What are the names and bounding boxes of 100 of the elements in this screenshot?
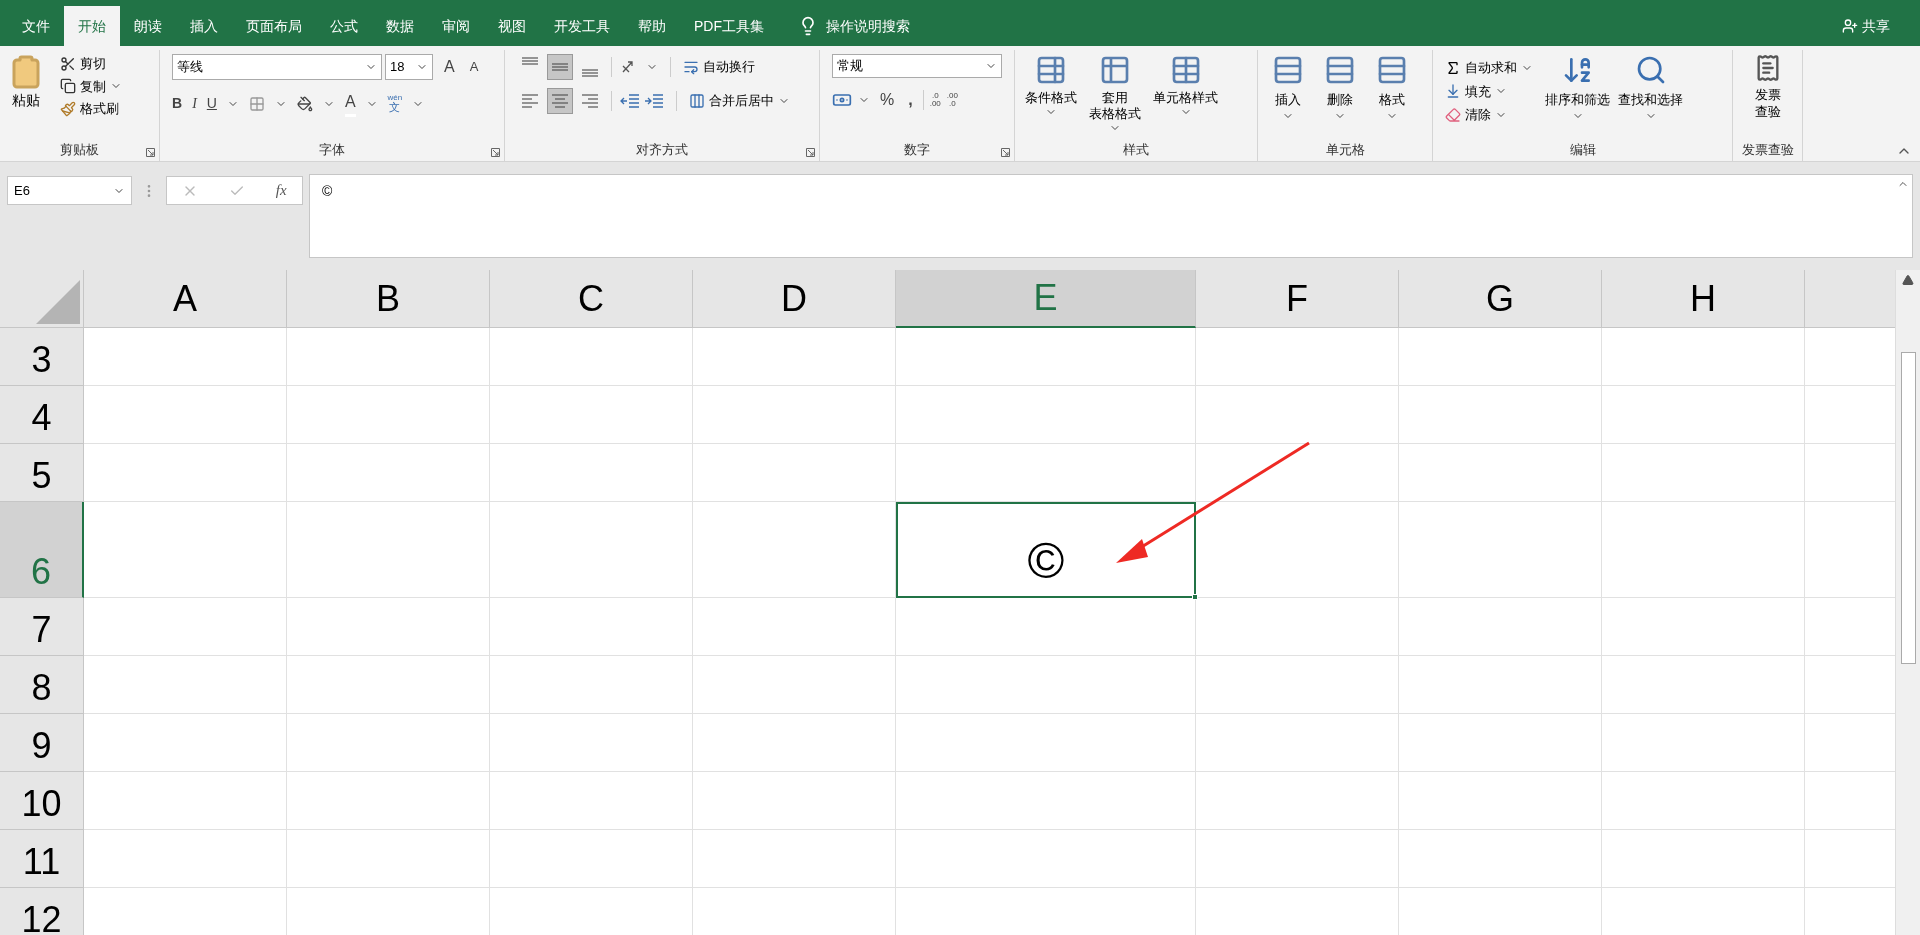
table-cell[interactable] — [287, 502, 490, 598]
row-header[interactable]: 6 — [0, 502, 84, 598]
table-cell[interactable] — [1399, 328, 1602, 386]
format-painter-button[interactable]: 格式刷 — [60, 99, 122, 119]
table-cell[interactable] — [1399, 830, 1602, 888]
invoice-check-button[interactable]: 发票 查验 — [1737, 54, 1798, 139]
table-cell[interactable] — [490, 656, 693, 714]
wrap-text-button[interactable]: 自动换行 — [683, 57, 755, 77]
table-cell[interactable] — [1196, 502, 1399, 598]
merge-center-button[interactable]: 合并后居中 — [689, 91, 790, 111]
table-cell[interactable] — [896, 772, 1196, 830]
table-cell[interactable] — [896, 386, 1196, 444]
cells-button[interactable]: 插入 — [1262, 54, 1314, 139]
table-cell[interactable] — [1602, 386, 1805, 444]
paste-button[interactable]: 粘贴 — [4, 54, 48, 139]
table-cell[interactable] — [84, 714, 287, 772]
decrease-font-size-button[interactable]: A — [465, 57, 483, 77]
dialog-launcher-icon[interactable] — [491, 148, 500, 157]
table-cell[interactable] — [693, 772, 896, 830]
sort-filter-button[interactable]: 排序和筛选 — [1541, 54, 1614, 139]
ribbon-tab[interactable]: 插入 — [176, 6, 232, 46]
table-cell[interactable] — [490, 598, 693, 656]
percent-button[interactable]: % — [876, 88, 899, 112]
table-cell[interactable] — [490, 830, 693, 888]
ribbon-tab[interactable]: 文件 — [8, 6, 64, 46]
table-cell[interactable] — [1399, 386, 1602, 444]
ribbon-tab[interactable]: 数据 — [372, 6, 428, 46]
table-cell[interactable] — [693, 656, 896, 714]
table-cell[interactable] — [1196, 386, 1399, 444]
comma-button[interactable]: , — [904, 88, 917, 112]
table-cell[interactable] — [1196, 656, 1399, 714]
table-cell[interactable] — [1196, 598, 1399, 656]
table-cell[interactable] — [490, 328, 693, 386]
table-cell[interactable] — [693, 502, 896, 598]
column-header[interactable]: B — [287, 270, 490, 328]
table-cell[interactable] — [490, 444, 693, 502]
row-header[interactable]: 10 — [0, 772, 84, 830]
table-cell[interactable] — [1196, 714, 1399, 772]
table-cell[interactable] — [84, 656, 287, 714]
table-cell[interactable] — [84, 772, 287, 830]
italic-button[interactable]: I — [192, 93, 197, 114]
table-cell[interactable] — [1602, 598, 1805, 656]
dialog-launcher-icon[interactable] — [806, 148, 815, 157]
table-cell[interactable] — [1602, 444, 1805, 502]
formula-input[interactable]: © — [309, 174, 1913, 258]
row-header[interactable]: 9 — [0, 714, 84, 772]
table-cell[interactable] — [1602, 656, 1805, 714]
ribbon-tab[interactable]: 页面布局 — [232, 6, 316, 46]
autosum-button[interactable]: 自动求和 — [1445, 58, 1533, 78]
row-header[interactable]: 8 — [0, 656, 84, 714]
phonetic-button[interactable]: wén 文 — [387, 94, 403, 113]
table-cell[interactable] — [84, 444, 287, 502]
table-cell[interactable] — [1399, 772, 1602, 830]
clear-button[interactable]: 清除 — [1445, 105, 1533, 125]
table-cell[interactable] — [1399, 656, 1602, 714]
share-button[interactable]: 共享 — [1842, 6, 1920, 46]
table-cell[interactable] — [693, 386, 896, 444]
bold-button[interactable]: B — [172, 93, 183, 114]
table-cell[interactable] — [287, 830, 490, 888]
table-cell[interactable] — [896, 656, 1196, 714]
table-cell[interactable] — [1196, 444, 1399, 502]
copy-button[interactable]: 复制 — [60, 76, 122, 96]
table-cell[interactable] — [693, 830, 896, 888]
increase-indent-icon[interactable] — [644, 92, 664, 110]
ribbon-tab[interactable]: 朗读 — [120, 6, 176, 46]
table-cell[interactable] — [1602, 502, 1805, 598]
table-cell[interactable] — [896, 444, 1196, 502]
table-cell[interactable] — [287, 386, 490, 444]
table-cell[interactable] — [490, 772, 693, 830]
row-header[interactable]: 5 — [0, 444, 84, 502]
column-header[interactable]: G — [1399, 270, 1602, 328]
dialog-launcher-icon[interactable] — [1001, 148, 1010, 157]
table-cell[interactable] — [490, 386, 693, 444]
insert-function-button[interactable]: fx — [275, 179, 287, 202]
ribbon-tab[interactable]: 审阅 — [428, 6, 484, 46]
table-cell[interactable] — [1196, 772, 1399, 830]
decrease-decimal-button[interactable]: .00 .0 — [946, 92, 958, 108]
column-header[interactable]: C — [490, 270, 693, 328]
table-cell[interactable] — [84, 386, 287, 444]
row-header[interactable]: 4 — [0, 386, 84, 444]
find-select-button[interactable]: 查找和选择 — [1614, 54, 1687, 139]
table-cell[interactable] — [1602, 714, 1805, 772]
table-cell[interactable] — [693, 328, 896, 386]
ribbon-tab[interactable]: 视图 — [484, 6, 540, 46]
row-header[interactable]: 12 — [0, 888, 84, 935]
table-cell[interactable] — [1602, 772, 1805, 830]
table-cell[interactable] — [490, 502, 693, 598]
fill-button[interactable]: 填充 — [1445, 81, 1533, 101]
cells-button[interactable]: 格式 — [1366, 54, 1418, 139]
table-cell[interactable] — [287, 656, 490, 714]
styles-button[interactable]: 条件格式 — [1019, 54, 1083, 139]
ribbon-tab[interactable]: 开始 — [64, 6, 120, 46]
number-format-dropdown[interactable]: 常规 — [832, 54, 1002, 78]
increase-font-size-button[interactable]: A — [436, 55, 463, 79]
vertical-scrollbar[interactable] — [1895, 270, 1920, 935]
table-cell[interactable] — [84, 502, 287, 598]
table-cell[interactable] — [1399, 444, 1602, 502]
table-cell[interactable] — [84, 598, 287, 656]
table-cell[interactable] — [287, 772, 490, 830]
ribbon-tab[interactable]: PDF工具集 — [680, 6, 778, 46]
